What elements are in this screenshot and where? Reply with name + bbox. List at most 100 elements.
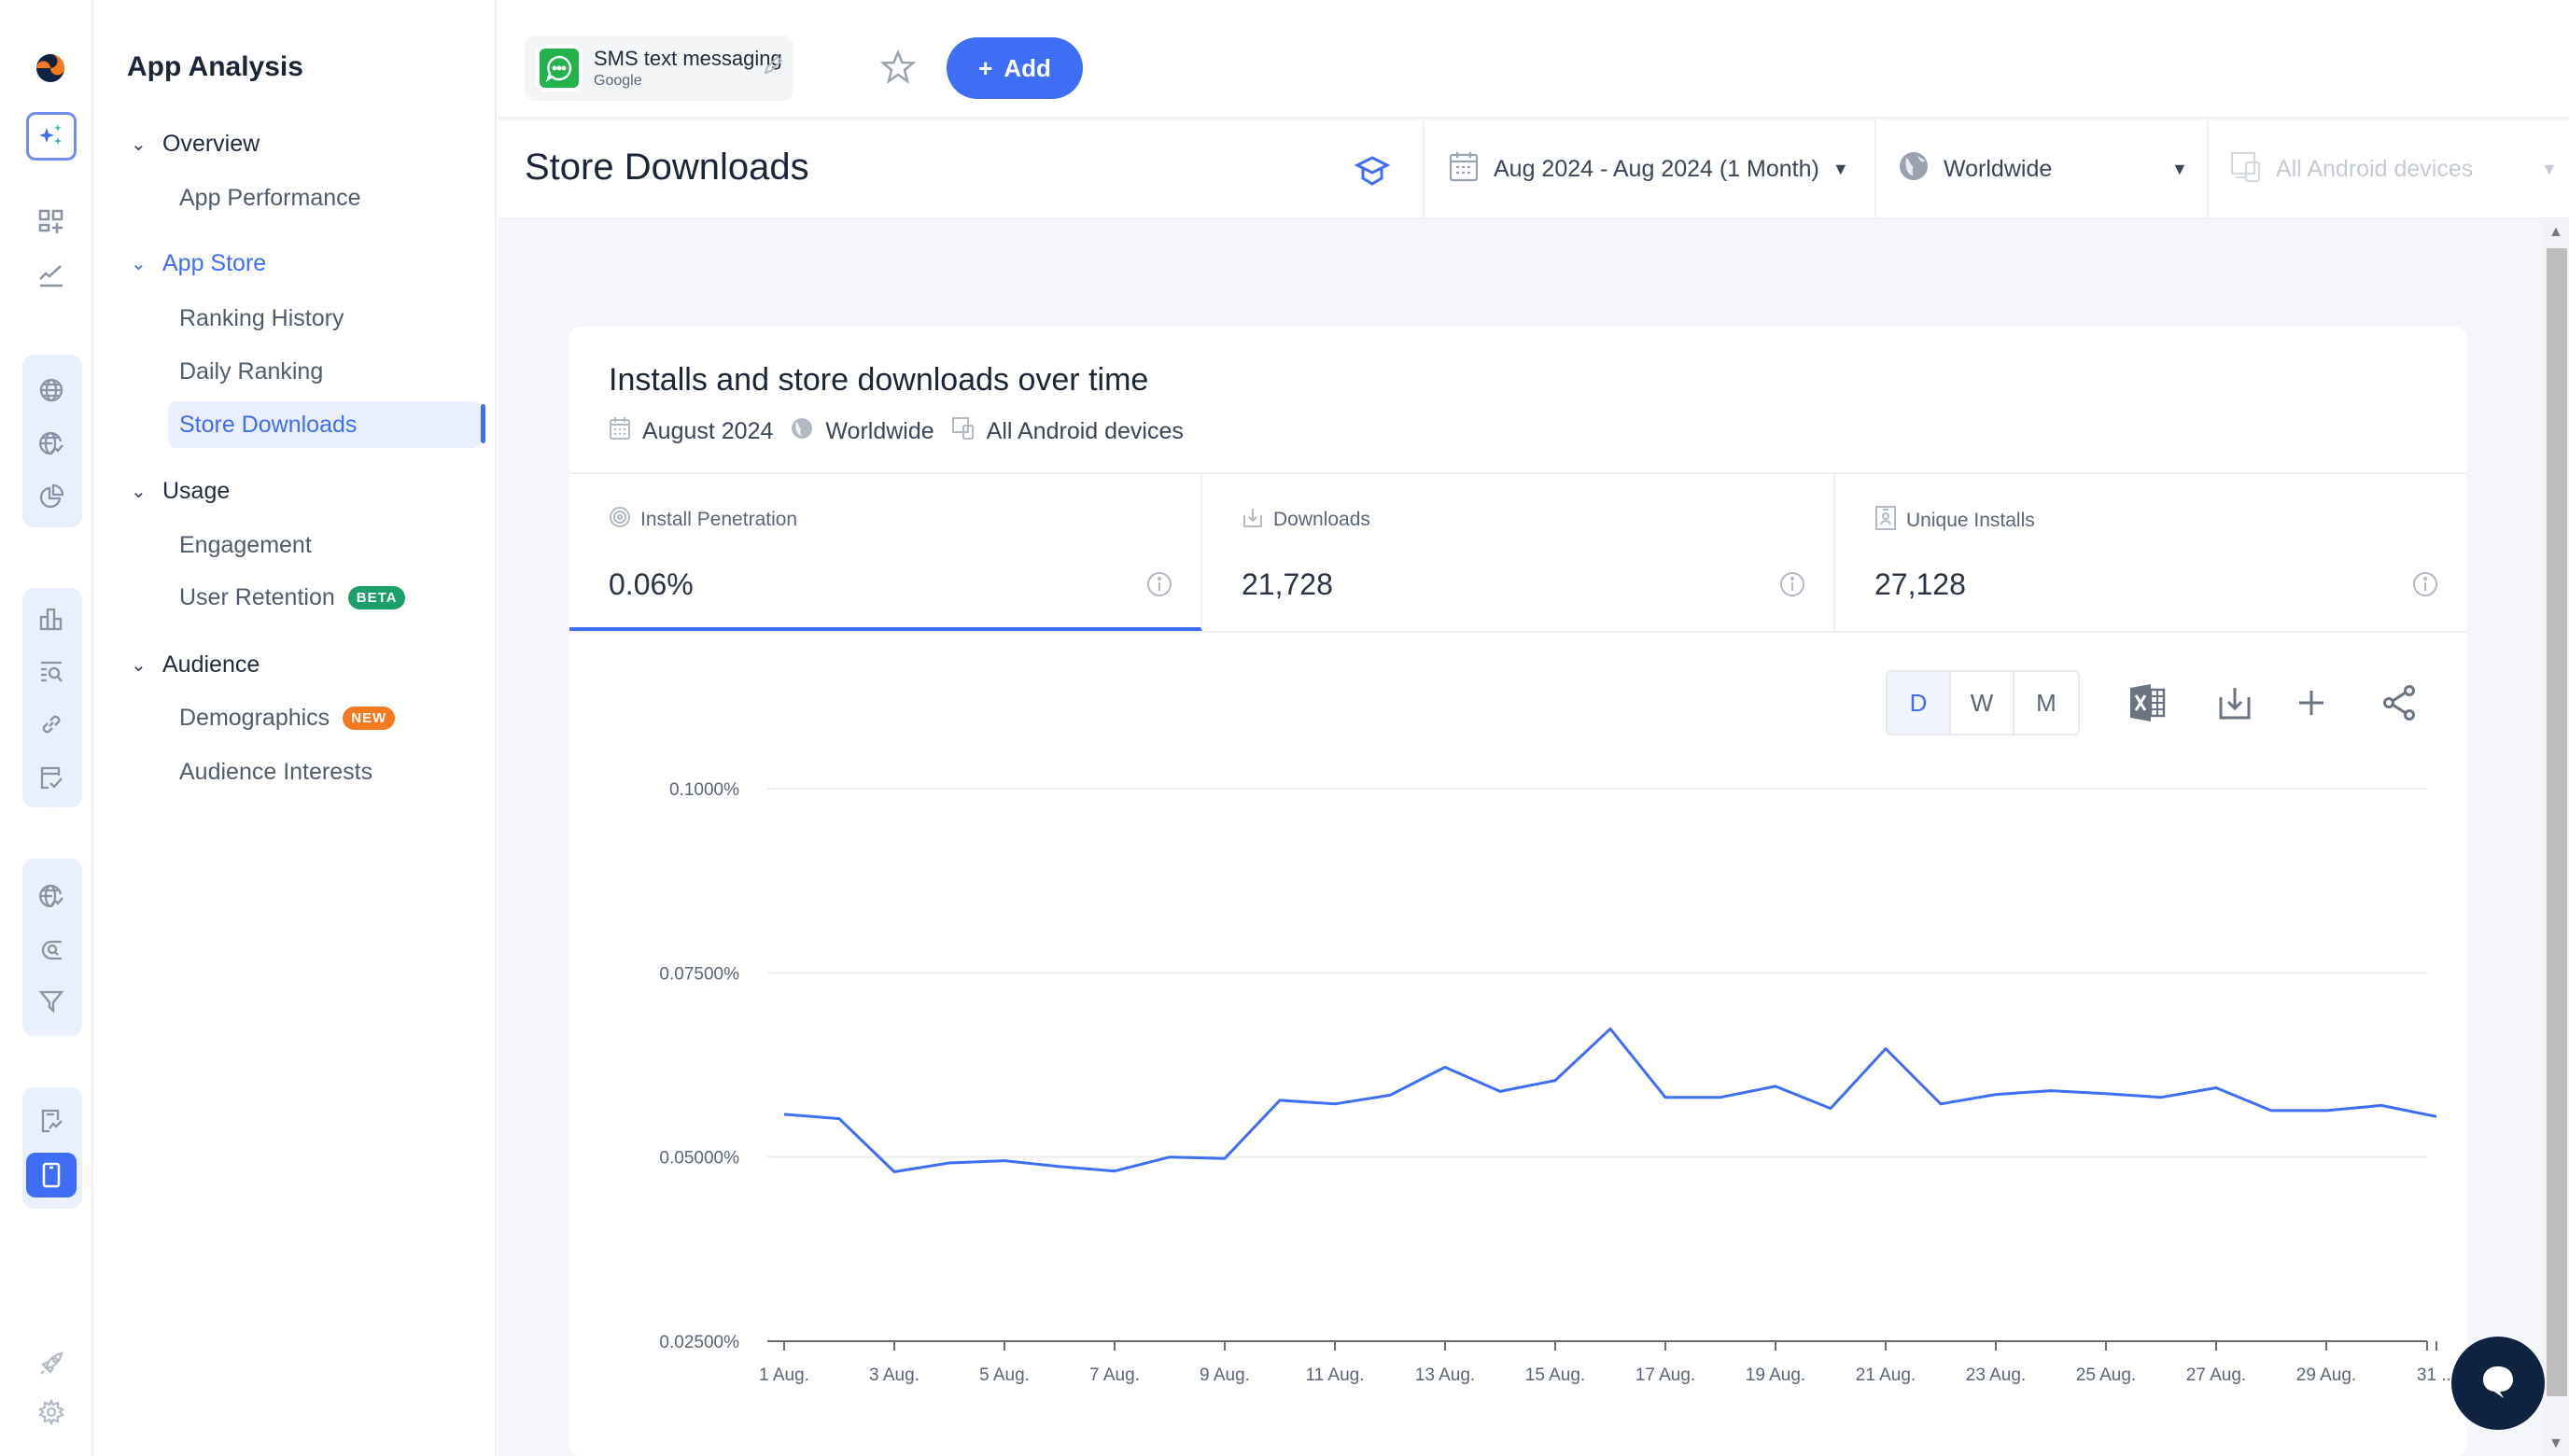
data-point[interactable] — [2155, 1092, 2167, 1103]
nav-item-store-downloads[interactable]: Store Downloads — [168, 401, 481, 448]
nav-item-daily-ranking[interactable]: Daily Ranking — [179, 358, 323, 385]
ai-assistant-button[interactable] — [26, 112, 77, 161]
active-indicator — [481, 404, 485, 443]
data-point[interactable] — [779, 1109, 790, 1120]
app-header: SMS text messaging Google + Add — [498, 0, 2569, 119]
add-dashboard-icon[interactable] — [30, 201, 73, 244]
data-point[interactable] — [944, 1157, 955, 1169]
data-point[interactable] — [2321, 1105, 2332, 1116]
chart-card: Installs and store downloads over time A… — [569, 327, 2466, 1456]
funnel-icon[interactable] — [30, 980, 73, 1023]
gear-icon[interactable] — [30, 1391, 73, 1434]
data-point[interactable] — [1605, 1023, 1616, 1034]
y-tick-label: 0.05000% — [659, 1149, 739, 1169]
scroll-down-icon[interactable]: ▼ — [2548, 1435, 2563, 1452]
trends-icon[interactable] — [30, 254, 73, 297]
nav-item-label: Audience Interests — [179, 759, 373, 785]
bar-chart-icon[interactable] — [30, 597, 73, 640]
data-point[interactable] — [1384, 1089, 1396, 1100]
date-range-filter[interactable]: Aug 2024 - Aug 2024 (1 Month) ▼ — [1423, 120, 1874, 217]
nav-item-engagement[interactable]: Engagement — [179, 532, 312, 559]
data-point[interactable] — [1770, 1081, 1781, 1092]
nav-item-demographics[interactable]: Demographics NEW — [179, 705, 396, 732]
data-point[interactable] — [1274, 1095, 1285, 1106]
link-icon[interactable] — [30, 703, 73, 746]
data-point[interactable] — [1329, 1099, 1341, 1110]
data-point[interactable] — [1164, 1152, 1175, 1163]
data-point[interactable] — [889, 1167, 900, 1178]
nav-section-audience[interactable]: ⌄ Audience — [131, 651, 260, 679]
x-tick-label: 15 Aug. — [1525, 1365, 1585, 1385]
data-point[interactable] — [1219, 1153, 1230, 1164]
chevron-down-icon: ⌄ — [131, 254, 147, 274]
sms-app-icon — [536, 45, 583, 91]
nav-item-label: Engagement — [179, 532, 312, 558]
data-point[interactable] — [1109, 1166, 1120, 1177]
nav-item-ranking-history[interactable]: Ranking History — [179, 305, 344, 332]
app-trend-icon[interactable] — [30, 1099, 73, 1142]
nav-section-app-store[interactable]: ⌄ App Store — [131, 250, 266, 277]
x-tick-label: 7 Aug. — [1089, 1365, 1140, 1385]
globe-trend-icon[interactable] — [30, 422, 73, 465]
data-point[interactable] — [2100, 1088, 2112, 1099]
globe-icon — [1897, 149, 1930, 189]
pencil-icon[interactable] — [762, 54, 784, 81]
data-point[interactable] — [1495, 1085, 1506, 1097]
vertical-scrollbar[interactable]: ▲ ▼ — [2541, 220, 2569, 1456]
add-button[interactable]: + Add — [947, 37, 1083, 99]
search-list-icon[interactable] — [30, 651, 73, 693]
rocket-icon[interactable] — [30, 1342, 73, 1385]
nav-section-usage[interactable]: ⌄ Usage — [131, 478, 230, 505]
data-point[interactable] — [1550, 1075, 1561, 1086]
globe-icon[interactable] — [30, 369, 73, 412]
nav-item-label: Daily Ranking — [179, 358, 324, 385]
chat-support-button[interactable] — [2451, 1337, 2545, 1430]
data-point[interactable] — [1935, 1099, 1946, 1110]
app-name: SMS text messaging — [594, 47, 782, 70]
data-point[interactable] — [2211, 1083, 2222, 1094]
chevron-down-icon: ⌄ — [131, 482, 147, 502]
data-point[interactable] — [2376, 1099, 2387, 1111]
add-button-label: Add — [1004, 53, 1051, 82]
data-point[interactable] — [1825, 1103, 1836, 1114]
data-point[interactable] — [2266, 1105, 2277, 1116]
search-analytics-icon[interactable] — [30, 928, 73, 971]
nav-section-label: App Store — [162, 250, 267, 276]
main-content: SMS text messaging Google + Add Store Do… — [498, 0, 2569, 1456]
section-navigation: App Analysis ⌄ Overview App Performance … — [93, 0, 497, 1456]
checklist-icon[interactable] — [30, 756, 73, 799]
star-icon[interactable] — [879, 49, 917, 91]
globe-trend-icon[interactable] — [30, 875, 73, 917]
x-tick-label: 23 Aug. — [1966, 1365, 2026, 1385]
data-point[interactable] — [1439, 1061, 1451, 1072]
scrollbar-thumb[interactable] — [2547, 248, 2567, 1396]
data-point[interactable] — [1880, 1043, 1891, 1055]
graduation-cap-icon[interactable] — [1354, 152, 1391, 194]
data-point[interactable] — [1054, 1161, 1065, 1172]
data-point[interactable] — [1715, 1092, 1726, 1103]
data-point[interactable] — [999, 1155, 1010, 1167]
logo-icon[interactable] — [34, 51, 67, 85]
device-filter[interactable]: All Android devices ▼ — [2207, 120, 2569, 217]
mobile-app-icon[interactable] — [26, 1153, 77, 1197]
scroll-up-icon[interactable]: ▲ — [2548, 224, 2563, 241]
data-point[interactable] — [834, 1113, 845, 1125]
nav-item-label: App Performance — [179, 185, 361, 211]
data-point[interactable] — [2431, 1111, 2442, 1122]
caret-down-icon: ▼ — [2171, 159, 2188, 178]
data-point[interactable] — [2045, 1085, 2057, 1097]
country-filter[interactable]: Worldwide ▼ — [1874, 120, 2207, 217]
chevron-down-icon: ⌄ — [131, 655, 147, 676]
nav-item-user-retention[interactable]: User Retention BETA — [179, 584, 406, 611]
x-tick-label: 11 Aug. — [1305, 1365, 1364, 1385]
nav-item-label: Demographics — [179, 705, 330, 731]
app-selector[interactable]: SMS text messaging Google — [525, 35, 793, 101]
x-tick-label: 19 Aug. — [1746, 1365, 1805, 1385]
data-point[interactable] — [1990, 1089, 2001, 1100]
calendar-icon — [1447, 149, 1481, 189]
nav-item-audience-interests[interactable]: Audience Interests — [179, 759, 372, 786]
data-point[interactable] — [1660, 1092, 1671, 1103]
nav-section-overview[interactable]: ⌄ Overview — [131, 131, 260, 158]
pie-chart-icon[interactable] — [30, 475, 73, 518]
nav-item-app-performance[interactable]: App Performance — [179, 185, 361, 212]
